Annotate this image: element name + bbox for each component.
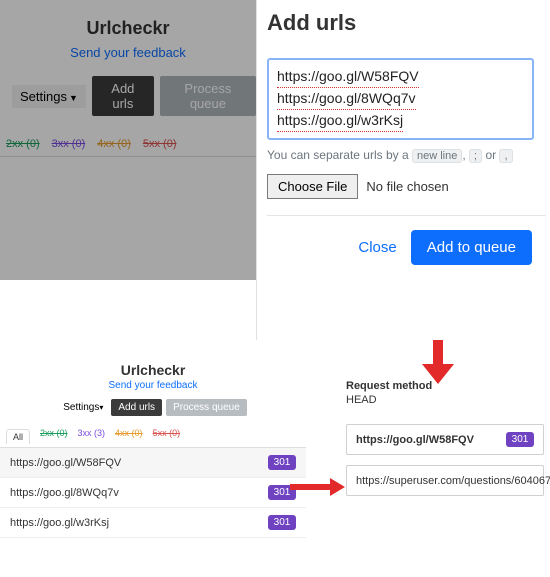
add-urls-button[interactable]: Add urls xyxy=(111,399,162,416)
settings-dropdown[interactable]: Settings▾ xyxy=(59,400,107,415)
hint-sep: , xyxy=(462,148,465,162)
hint-text: You can separate urls by a xyxy=(267,148,409,162)
process-queue-button[interactable]: Process queue xyxy=(166,399,247,416)
url-line: https://goo.gl/8WQq7v xyxy=(277,88,416,110)
file-status: No file chosen xyxy=(366,179,448,194)
add-urls-modal: Add urls https://goo.gl/W58FQV https://g… xyxy=(256,0,550,340)
url-text: https://goo.gl/W58FQV xyxy=(10,457,121,469)
redirect-url: https://goo.gl/W58FQV xyxy=(356,434,474,446)
tab-2xx[interactable]: 2xx (0) xyxy=(40,428,68,443)
urls-textarea[interactable]: https://goo.gl/W58FQV https://goo.gl/8WQ… xyxy=(267,58,534,140)
request-method-value: HEAD xyxy=(346,394,544,406)
redirect-item[interactable]: https://goo.gl/W58FQV 301 xyxy=(346,424,544,455)
status-badge: 301 xyxy=(268,515,296,530)
close-button[interactable]: Close xyxy=(358,239,396,256)
add-to-queue-button[interactable]: Add to queue xyxy=(411,230,532,265)
redirect-item[interactable]: https://superuser.com/questions/604067/ … xyxy=(346,465,544,496)
choose-file-button[interactable]: Choose File xyxy=(267,174,358,199)
app-logo: Urlcheckr xyxy=(0,352,306,378)
tab-5xx[interactable]: 5xx (0) xyxy=(153,428,181,443)
tab-all[interactable]: All xyxy=(6,429,30,444)
settings-label: Settings xyxy=(63,402,99,413)
status-badge: 301 xyxy=(268,455,296,470)
url-row[interactable]: https://goo.gl/8WQq7v 301 xyxy=(0,478,306,508)
url-text: https://goo.gl/w3rKsj xyxy=(10,517,109,529)
tab-3xx[interactable]: 3xx (3) xyxy=(78,428,106,443)
hint-or: or xyxy=(485,148,496,162)
feedback-link[interactable]: Send your feedback xyxy=(0,380,306,391)
url-text: https://goo.gl/8WQq7v xyxy=(10,487,119,499)
chevron-down-icon: ▾ xyxy=(99,403,103,412)
url-line: https://goo.gl/W58FQV xyxy=(277,66,419,88)
hint-newline: new line xyxy=(412,149,462,163)
status-badge: 301 xyxy=(506,432,534,447)
url-line: https://goo.gl/w3rKsj xyxy=(277,110,403,132)
tab-4xx[interactable]: 4xx (0) xyxy=(115,428,143,443)
hint-comma: , xyxy=(499,149,512,163)
arrow-right-icon xyxy=(290,477,346,497)
urls-hint: You can separate urls by a new line, ; o… xyxy=(267,148,550,162)
arrow-down-icon xyxy=(420,340,456,386)
modal-backdrop xyxy=(0,0,256,280)
modal-title: Add urls xyxy=(267,10,550,36)
url-row[interactable]: https://goo.gl/W58FQV 301 xyxy=(0,448,306,478)
hint-semicolon: ; xyxy=(469,149,482,163)
redirect-url: https://superuser.com/questions/604067/ xyxy=(356,475,550,487)
url-row[interactable]: https://goo.gl/w3rKsj 301 xyxy=(0,508,306,538)
